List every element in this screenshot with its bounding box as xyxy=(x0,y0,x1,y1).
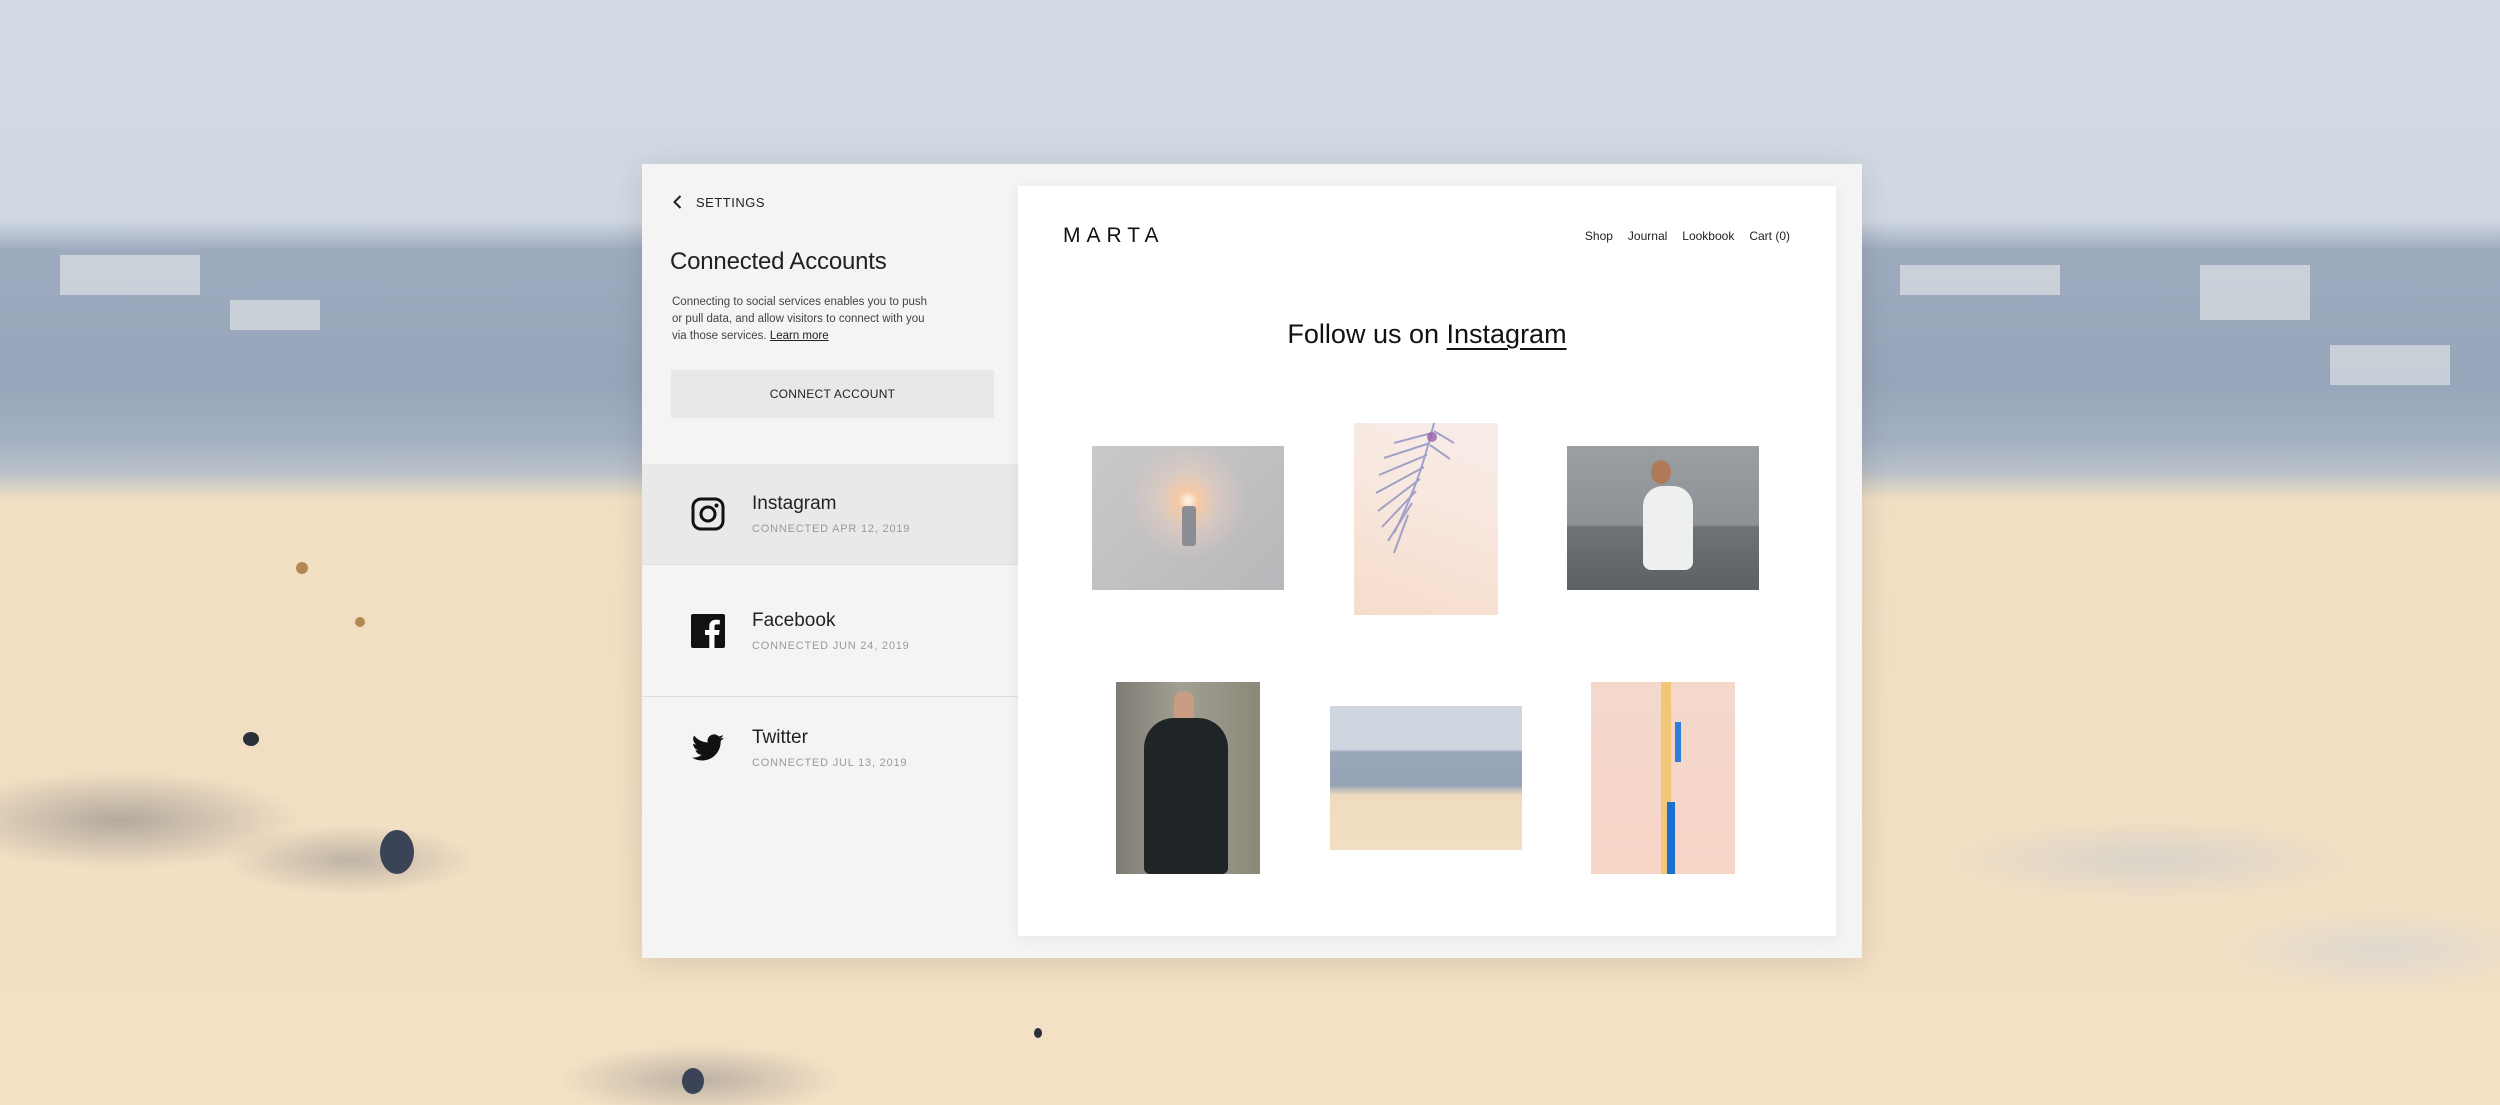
wall-speck xyxy=(1034,1028,1042,1038)
instagram-heading: Follow us on Instagram xyxy=(1018,319,1836,350)
account-name: Instagram xyxy=(752,493,837,514)
learn-more-link[interactable]: Learn more xyxy=(770,330,829,342)
back-label: SETTINGS xyxy=(696,194,766,210)
wall-speck xyxy=(355,617,365,627)
nav-cart[interactable]: Cart (0) xyxy=(1749,229,1790,243)
figure-dress xyxy=(1144,718,1228,874)
twitter-icon xyxy=(691,734,724,761)
account-connected-date: CONNECTED APR 12, 2019 xyxy=(752,523,911,535)
instagram-icon xyxy=(691,497,725,531)
account-connected-date: CONNECTED JUN 24, 2019 xyxy=(752,640,910,652)
follow-prefix: Follow us on xyxy=(1287,319,1439,349)
wall-speck xyxy=(296,562,308,574)
connected-accounts-panel: SETTINGS Connected Accounts Connecting t… xyxy=(642,164,1018,958)
account-name: Facebook xyxy=(752,610,836,631)
account-info: Twitter CONNECTED JUL 13, 2019 xyxy=(752,727,907,769)
peach-wall-photo[interactable] xyxy=(1591,682,1735,874)
site-nav: Shop Journal Lookbook Cart (0) xyxy=(1585,229,1790,243)
account-row-twitter[interactable]: Twitter CONNECTED JUL 13, 2019 xyxy=(642,698,1018,798)
wall-texture xyxy=(60,255,200,295)
woman-white-dress-photo[interactable] xyxy=(1567,446,1759,590)
nav-shop[interactable]: Shop xyxy=(1585,229,1613,243)
account-row-instagram[interactable]: Instagram CONNECTED APR 12, 2019 xyxy=(642,464,1018,564)
divider xyxy=(642,696,1018,697)
palm-leaf-photo[interactable] xyxy=(1354,423,1498,615)
wall-speck xyxy=(380,830,414,874)
chevron-left-icon xyxy=(673,195,682,209)
woman-black-dress-photo[interactable] xyxy=(1116,682,1260,874)
site-preview: MARTA Shop Journal Lookbook Cart (0) Fol… xyxy=(1018,186,1836,936)
lamp-shape xyxy=(1182,506,1196,546)
wall-texture xyxy=(2330,345,2450,385)
wall-texture xyxy=(230,300,320,330)
nav-journal[interactable]: Journal xyxy=(1628,229,1667,243)
wall-texture xyxy=(1900,265,2060,295)
figure-body xyxy=(1643,486,1693,570)
blue-stripe xyxy=(1667,802,1675,874)
divider xyxy=(642,564,1018,565)
wall-speck xyxy=(243,732,259,746)
wall-landscape-photo[interactable] xyxy=(1330,706,1522,850)
account-row-facebook[interactable]: Facebook CONNECTED JUN 24, 2019 xyxy=(642,581,1018,681)
account-name: Twitter xyxy=(752,727,808,748)
palm-leaf-shape xyxy=(1375,423,1455,554)
site-logo[interactable]: MARTA xyxy=(1063,224,1165,248)
facebook-icon xyxy=(691,614,725,648)
account-connected-date: CONNECTED JUL 13, 2019 xyxy=(752,757,908,769)
wall-speck xyxy=(682,1068,704,1094)
blue-stripe xyxy=(1675,722,1681,762)
figure-head xyxy=(1651,460,1671,484)
back-to-settings-button[interactable]: SETTINGS xyxy=(670,194,765,210)
lamp-photo[interactable] xyxy=(1092,446,1284,590)
panel-description: Connecting to social services enables yo… xyxy=(672,294,932,345)
instagram-link[interactable]: Instagram xyxy=(1447,319,1567,349)
nav-lookbook[interactable]: Lookbook xyxy=(1682,229,1734,243)
account-info: Instagram CONNECTED APR 12, 2019 xyxy=(752,493,910,535)
connect-account-button[interactable]: CONNECT ACCOUNT xyxy=(671,370,994,418)
settings-window: SETTINGS Connected Accounts Connecting t… xyxy=(642,164,1862,958)
wall-texture xyxy=(2200,265,2310,320)
account-info: Facebook CONNECTED JUN 24, 2019 xyxy=(752,610,910,652)
page-title: Connected Accounts xyxy=(670,248,887,275)
